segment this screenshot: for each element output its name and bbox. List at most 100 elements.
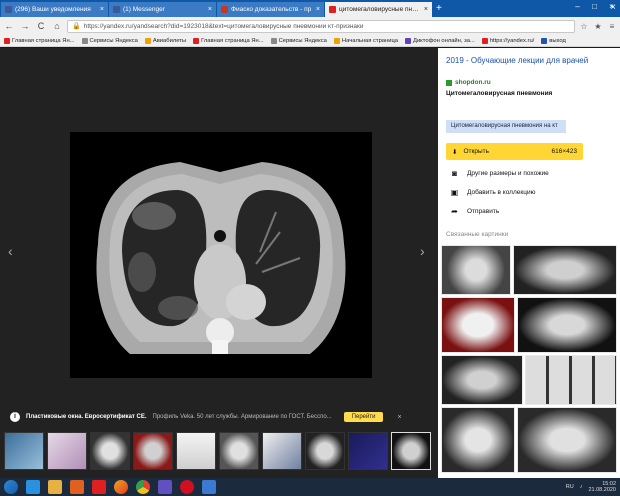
plane-icon [144, 37, 151, 44]
thumbnail[interactable] [176, 432, 216, 470]
bookmark-item[interactable]: выход [541, 37, 566, 44]
thumbnail[interactable] [348, 432, 388, 470]
related-image[interactable] [525, 355, 617, 405]
related-image[interactable] [441, 355, 523, 405]
language-indicator[interactable]: RU [566, 484, 574, 490]
screen: (296) Ваши уведомления × (1) Messenger ×… [0, 0, 620, 496]
maximize-button[interactable]: □ [586, 0, 603, 14]
opera-icon[interactable] [180, 480, 194, 494]
ad-close-button[interactable]: × [397, 414, 401, 421]
related-image[interactable] [441, 297, 515, 353]
ie-icon[interactable] [26, 480, 40, 494]
add-to-collection-action[interactable]: ▣ Добавить в коллекцию [450, 188, 536, 197]
folder-icon [81, 37, 88, 44]
ad-title[interactable]: Пластиковые окна. Евросертификат CE. [26, 414, 147, 420]
related-image[interactable] [441, 407, 515, 473]
back-button[interactable]: ← [3, 21, 15, 31]
app-icon[interactable] [202, 480, 216, 494]
yandex-icon [4, 37, 10, 44]
address-bar[interactable]: 🔒 https://yandex.ru/yandsearch?did=19230… [67, 19, 575, 33]
bookmark-item[interactable]: Диктофон онлайн, за... [405, 37, 475, 44]
tab-label: цитомегаловирусные пневмон [339, 6, 421, 13]
tab-fiasco[interactable]: Фиаско доказательств - пр × [217, 2, 324, 17]
other-sizes-action[interactable]: ◙ Другие размеры и похожие [450, 169, 549, 178]
tab-yandex-search[interactable]: цитомегаловирусные пневмон × [325, 2, 432, 17]
tab-strip: (296) Ваши уведомления × (1) Messenger ×… [0, 0, 620, 17]
bookmark-item[interactable]: Сервисы Яндекса [81, 37, 138, 44]
related-images-title: Связанные картинки [446, 231, 509, 238]
menu-icon[interactable]: ≡ [607, 22, 617, 31]
thumbnail[interactable] [47, 432, 87, 470]
thumbnail[interactable] [262, 432, 302, 470]
bookmark-item[interactable]: Начальная страница [333, 37, 398, 44]
close-tab-icon[interactable]: × [424, 6, 428, 13]
image-details-panel: 2019 - Обучающие лекции для врачей shopd… [438, 48, 620, 488]
chrome-icon[interactable] [136, 480, 150, 494]
folder-icon [270, 37, 277, 44]
yandex-browser-icon[interactable] [92, 480, 106, 494]
favorites-icon[interactable]: ★ [593, 22, 603, 31]
app-icon[interactable] [158, 480, 172, 494]
thumbnail[interactable] [4, 432, 44, 470]
firefox-icon[interactable] [114, 480, 128, 494]
related-image[interactable] [517, 407, 617, 473]
thumbnail[interactable] [133, 432, 173, 470]
system-tray: RU ♪ 15:02 21.08.2020 [566, 481, 616, 493]
bookmark-item[interactable]: Сервисы Яндекса [270, 37, 327, 44]
source-domain[interactable]: shopdon.ru [446, 79, 491, 86]
bookmark-star-icon[interactable]: ☆ [579, 22, 589, 31]
taskbar: RU ♪ 15:02 21.08.2020 [0, 478, 620, 496]
bookmark-item[interactable]: Главная страница Ян... [193, 37, 264, 44]
tab-messenger[interactable]: (1) Messenger × [109, 2, 216, 17]
next-image-button[interactable]: › [420, 243, 425, 259]
close-tab-icon[interactable]: × [208, 6, 212, 13]
close-tab-icon[interactable]: × [100, 6, 104, 13]
source-title[interactable]: 2019 - Обучающие лекции для врачей [446, 56, 606, 66]
image-size: 616×423 [551, 148, 578, 155]
close-tab-icon[interactable]: × [316, 6, 320, 13]
page-icon [333, 37, 340, 44]
home-button[interactable]: ⌂ [51, 21, 63, 31]
camera-icon: ◙ [452, 169, 457, 178]
bookmark-item[interactable]: Авиабилеты [144, 37, 186, 44]
site-icon [446, 79, 452, 86]
folder-icon[interactable] [48, 480, 62, 494]
lock-icon: 🔒 [72, 23, 81, 30]
related-image[interactable] [441, 245, 511, 295]
bookmark-item[interactable]: Главная страница Ян... [4, 37, 75, 44]
new-tab-button[interactable]: + [436, 2, 442, 17]
facebook-icon [5, 6, 12, 13]
minimize-button[interactable]: – [569, 0, 586, 14]
close-viewer-button[interactable]: × [610, 2, 616, 13]
tab-notifications[interactable]: (296) Ваши уведомления × [1, 2, 108, 17]
related-image[interactable] [513, 245, 617, 295]
thumbnail[interactable] [90, 432, 130, 470]
media-icon[interactable] [70, 480, 84, 494]
tab-label: (296) Ваши уведомления [15, 6, 91, 13]
clock[interactable]: 15:02 21.08.2020 [588, 481, 616, 493]
forward-button[interactable]: → [19, 21, 31, 31]
ad-text: Профиль Veka. 50 лет службы. Армирование… [152, 414, 332, 420]
start-icon[interactable] [4, 480, 18, 494]
info-icon: i [10, 412, 20, 422]
share-action[interactable]: ➦ Отправить [450, 207, 499, 216]
ad-go-button[interactable]: Перейти [343, 412, 384, 422]
reload-button[interactable]: C [35, 21, 47, 31]
open-image-button[interactable]: ⬇ Открыть 616×423 [446, 143, 583, 160]
thumbnail-selected[interactable] [391, 432, 431, 470]
ad-banner: i Пластиковые окна. Евросертификат CE. П… [0, 408, 438, 426]
related-image[interactable] [517, 297, 617, 353]
search-tag-chip[interactable]: Цитомегаловирусная пневмония на кт [446, 120, 566, 133]
mic-icon [405, 37, 412, 44]
thumbnail[interactable] [305, 432, 345, 470]
thumbnail-strip [0, 432, 438, 472]
bookmark-item[interactable]: https://yandex.ru/ [481, 37, 534, 44]
ct-scan-image[interactable] [70, 132, 372, 378]
navigation-bar: ← → C ⌂ 🔒 https://yandex.ru/yandsearch?d… [0, 17, 620, 35]
volume-icon[interactable]: ♪ [580, 484, 583, 490]
tab-label: (1) Messenger [123, 6, 165, 13]
thumbnail[interactable] [219, 432, 259, 470]
previous-image-button[interactable]: ‹ [8, 243, 13, 259]
site-icon [221, 6, 228, 13]
yandex-icon [481, 37, 488, 44]
